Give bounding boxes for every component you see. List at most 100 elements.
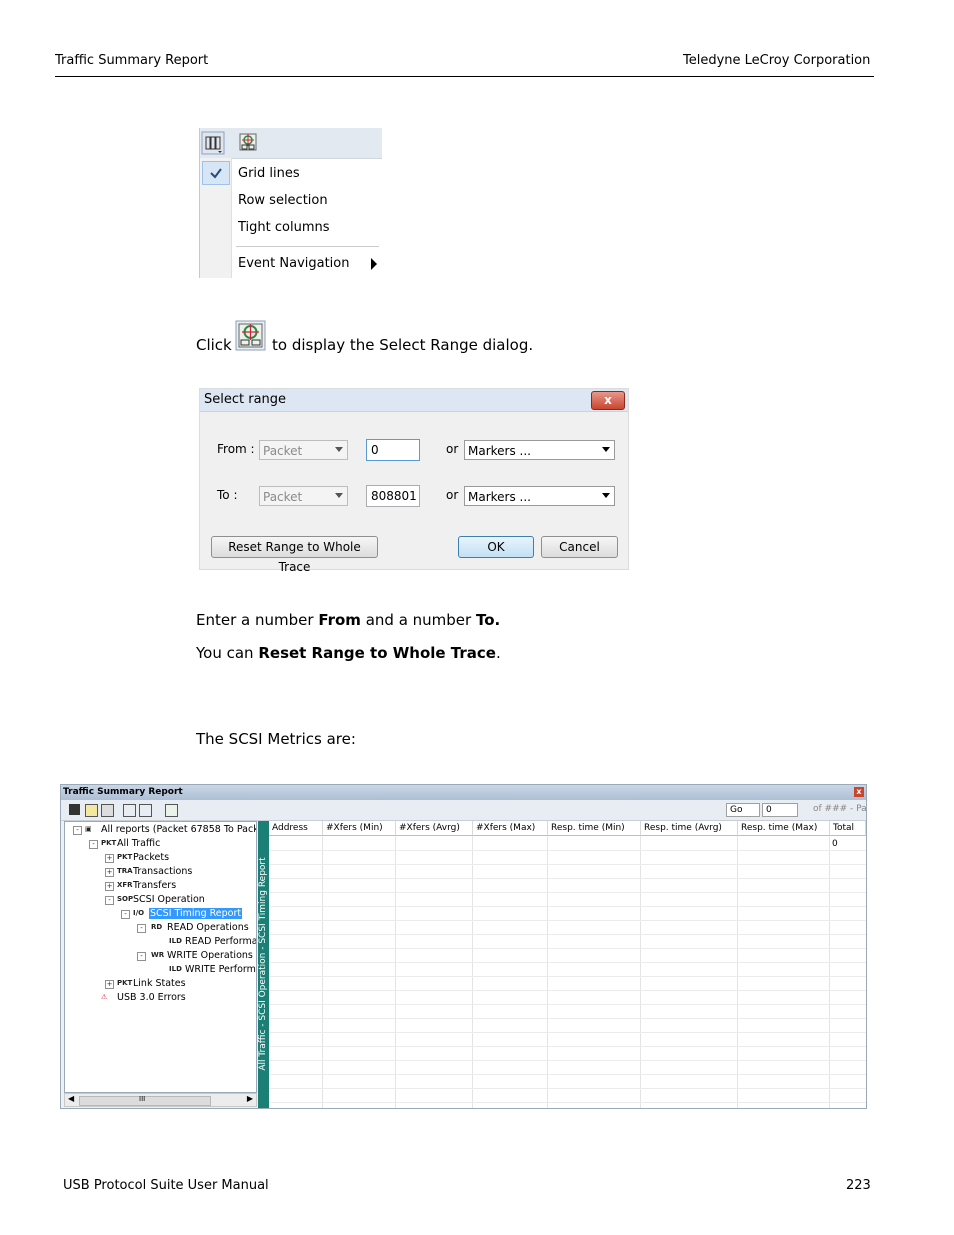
column-header[interactable]: Resp. time (Max) — [738, 821, 830, 836]
grid-line — [269, 920, 866, 921]
collapse-toggle[interactable]: - — [105, 896, 114, 905]
columns-icon[interactable] — [139, 804, 152, 817]
tree-item-link-states[interactable]: PKTLink States — [117, 978, 186, 989]
tree-item-usb-errors[interactable]: ⚠ USB 3.0 Errors — [101, 992, 186, 1003]
tree-item-write-performance[interactable]: ILD WRITE Performa — [169, 964, 256, 975]
column-header[interactable]: #Xfers (Avrg) — [396, 821, 473, 836]
close-icon[interactable]: x — [854, 787, 864, 797]
ok-button[interactable]: OK — [458, 536, 534, 558]
scroll-left-icon[interactable]: ◀ — [68, 1094, 74, 1103]
tree-item-transactions[interactable]: TRATransactions — [117, 866, 192, 877]
go-button[interactable]: Go — [726, 803, 760, 817]
tree-label: READ Operations — [167, 922, 249, 933]
sop-icon: SOP — [117, 894, 134, 903]
menu-toolbar — [200, 128, 382, 159]
from-type-value: Packet — [263, 444, 303, 458]
grid-line — [269, 948, 866, 949]
grid-line — [269, 892, 866, 893]
select-range-icon[interactable] — [165, 804, 178, 817]
tree-item-scsi-operation[interactable]: SOPSCSI Operation — [117, 894, 205, 905]
collapse-toggle[interactable]: - — [89, 840, 98, 849]
to-value-input[interactable]: 808801 — [366, 485, 420, 507]
grid-line — [269, 1074, 866, 1075]
scroll-right-icon[interactable]: ▶ — [247, 1094, 253, 1103]
tree-item-read-performance[interactable]: ILD READ Performar — [169, 936, 257, 947]
menu-item-tight-columns[interactable]: Tight columns — [238, 220, 330, 235]
from-label: From : — [217, 442, 255, 456]
column-header[interactable]: #Xfers (Max) — [473, 821, 548, 836]
menu-item-grid-lines[interactable]: Grid lines — [238, 166, 300, 181]
print-icon[interactable] — [101, 804, 114, 817]
select-range-dialog: Select range x From : Packet 0 or Marker… — [199, 388, 629, 574]
tree-item-all-reports[interactable]: ▣ All reports (Packet 67858 To Packet — [85, 824, 256, 835]
grid-line — [269, 1046, 866, 1047]
report-title: Traffic Summary Report — [63, 787, 183, 797]
tree-label: READ Performar — [185, 936, 257, 947]
tree-item-packets[interactable]: PKTPackets — [117, 852, 169, 863]
tree-item-read-operations[interactable]: RD READ Operations — [151, 922, 249, 933]
column-header[interactable]: Resp. time (Min) — [548, 821, 641, 836]
grid-line — [269, 878, 866, 879]
save-icon[interactable] — [69, 804, 80, 815]
instruction-after: to display the Select Range dialog. — [272, 336, 534, 354]
grid-line — [269, 1032, 866, 1033]
of-packets-text: of ### - Pack — [813, 804, 867, 814]
tree-label-selected: SCSI Timing Report — [149, 908, 243, 919]
footer-manual-title: USB Protocol Suite User Manual — [63, 1178, 269, 1193]
p1-text-to: To. — [475, 611, 501, 629]
collapse-toggle[interactable]: - — [137, 952, 146, 961]
to-type-select[interactable]: Packet — [259, 486, 348, 506]
cancel-button[interactable]: Cancel — [541, 536, 618, 558]
grid-line — [269, 1004, 866, 1005]
tree-item-write-operations[interactable]: WR WRITE Operations — [151, 950, 253, 961]
p1-text-c: and a number — [360, 611, 476, 629]
menu-item-row-selection[interactable]: Row selection — [238, 193, 328, 208]
chevron-down-icon — [335, 493, 343, 498]
scroll-grip: III — [139, 1095, 146, 1103]
collapse-toggle[interactable]: - — [73, 826, 82, 835]
to-markers-select[interactable]: Markers ... — [464, 486, 615, 506]
tree-item-scsi-timing-report[interactable]: I/O SCSI Timing Report — [133, 908, 243, 919]
tree-label: WRITE Operations — [167, 950, 253, 961]
grid-line — [269, 864, 866, 865]
expand-toggle[interactable]: + — [105, 882, 114, 891]
expand-toggle[interactable]: + — [105, 854, 114, 863]
or-label-to: or — [446, 488, 459, 502]
from-value-input[interactable]: 0 — [366, 439, 420, 461]
go-number-input[interactable]: 0 — [762, 803, 798, 817]
go-label: Go — [730, 805, 743, 815]
tree-item-all-traffic[interactable]: PKTAll Traffic — [101, 838, 160, 849]
expand-toggle[interactable]: + — [105, 868, 114, 877]
paragraph-reset-range: You can Reset Range to Whole Trace. — [196, 644, 501, 662]
tree-label: USB 3.0 Errors — [117, 992, 186, 1003]
column-header[interactable]: Address — [269, 821, 323, 836]
column-header[interactable]: Total — [830, 821, 866, 836]
p2-text-a: You can — [196, 644, 259, 662]
menu-item-event-navigation[interactable]: Event Navigation — [238, 256, 350, 271]
column-header[interactable]: #Xfers (Min) — [323, 821, 396, 836]
grid-line — [269, 934, 866, 935]
close-icon[interactable]: x — [591, 391, 625, 410]
tree-horizontal-scrollbar[interactable]: ◀ III ▶ — [64, 1093, 257, 1107]
tree-item-transfers[interactable]: XFRTransfers — [117, 880, 176, 891]
tra-icon: TRA — [117, 866, 133, 875]
tree-label: Transactions — [133, 866, 193, 877]
from-type-select[interactable]: Packet — [259, 440, 348, 460]
select-range-icon[interactable] — [239, 133, 257, 151]
reset-range-button[interactable]: Reset Range to Whole Trace — [211, 536, 378, 574]
grid-line — [269, 1018, 866, 1019]
from-markers-select[interactable]: Markers ... — [464, 440, 615, 460]
dialog-titlebar: Select range x — [200, 389, 628, 412]
open-folder-icon[interactable] — [85, 804, 98, 817]
pkt-icon: PKT — [101, 838, 117, 847]
copy-icon[interactable] — [123, 804, 136, 817]
column-header[interactable]: Resp. time (Avrg) — [641, 821, 738, 836]
grid-line — [737, 836, 738, 1108]
pkt-icon: PKT — [117, 852, 133, 861]
columns-icon[interactable] — [201, 131, 225, 155]
xfr-icon: XFR — [117, 880, 133, 889]
expand-toggle[interactable]: + — [105, 980, 114, 989]
collapse-toggle[interactable]: - — [137, 924, 146, 933]
submenu-arrow-icon — [371, 258, 377, 270]
collapse-toggle[interactable]: - — [121, 910, 130, 919]
